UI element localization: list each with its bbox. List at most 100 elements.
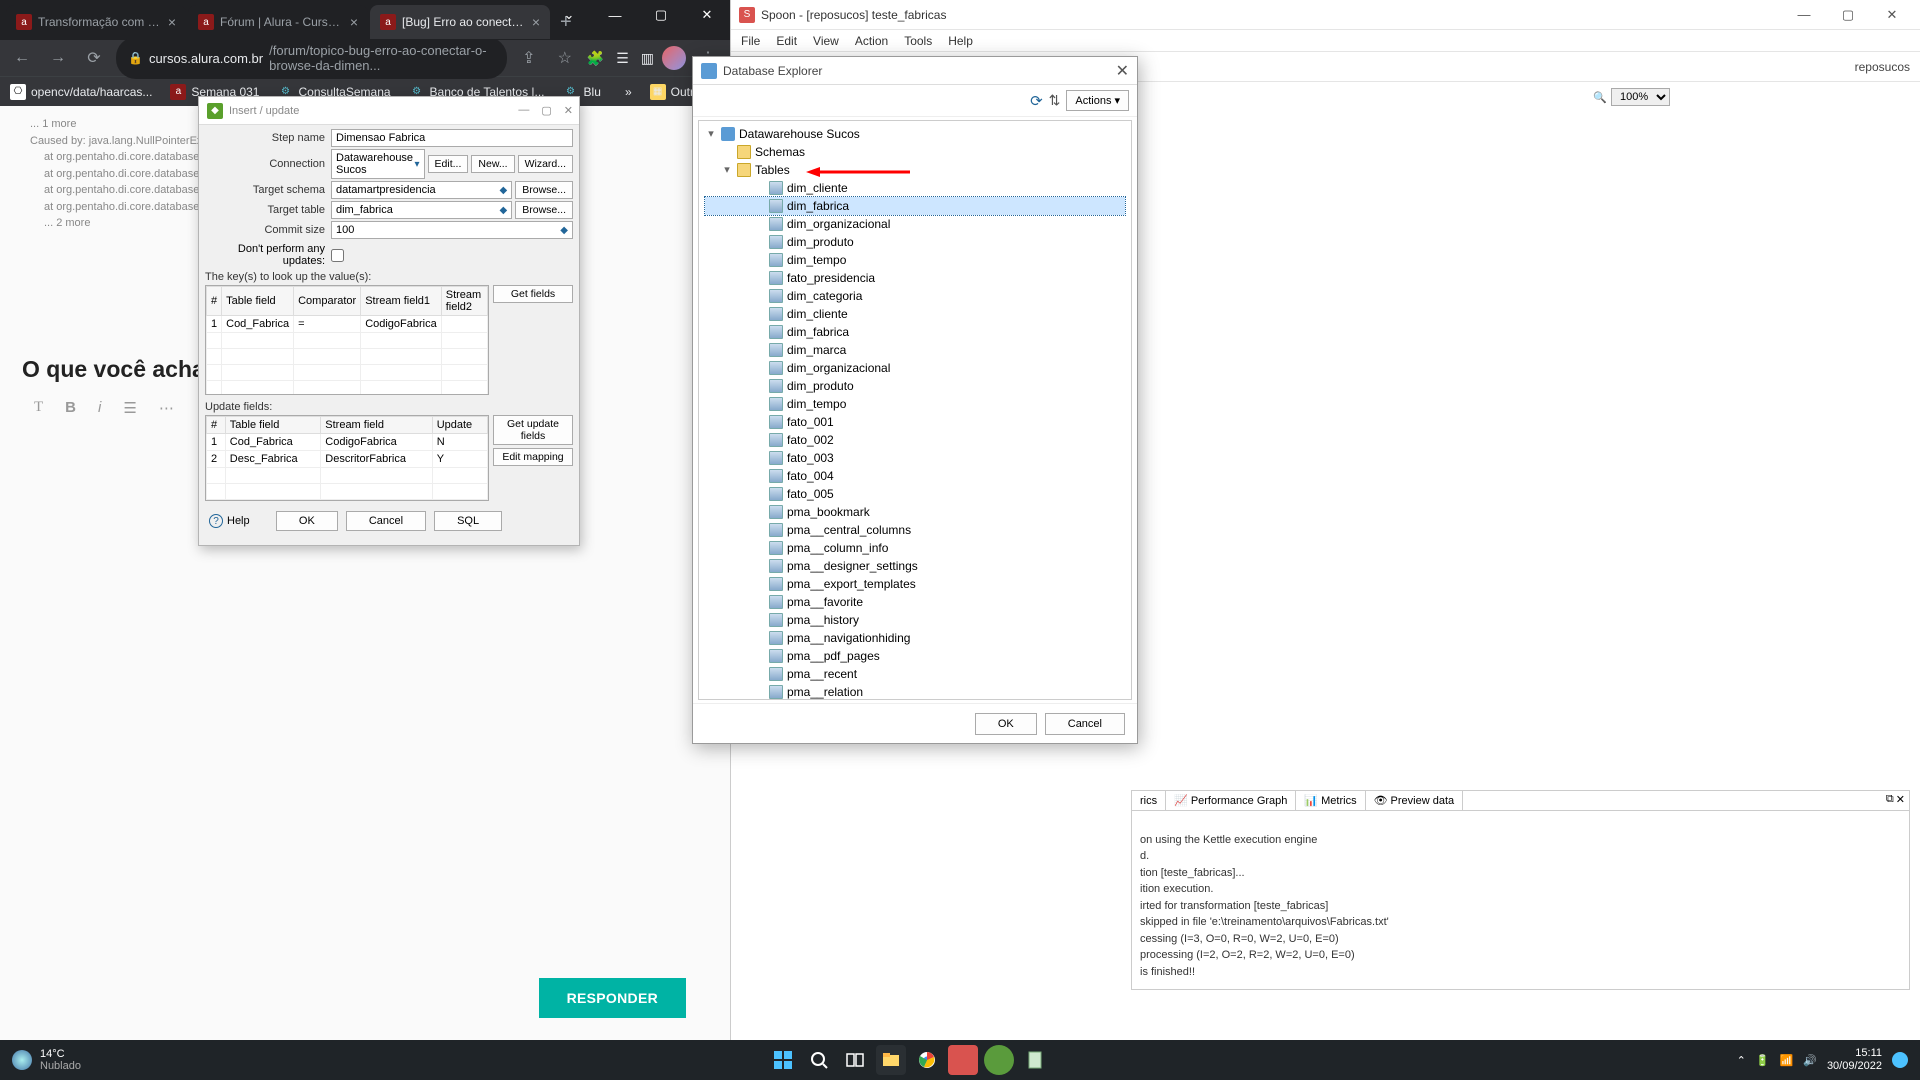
tree-table-item[interactable]: dim_organizacional [705, 215, 1125, 233]
tree-table-item[interactable]: pma__relation [705, 683, 1125, 700]
popout-icon[interactable]: ⧉ [1886, 793, 1894, 808]
tree-table-item[interactable]: pma_bookmark [705, 503, 1125, 521]
close-icon[interactable]: ✕ [1116, 61, 1129, 81]
tree-table-item[interactable]: dim_cliente [705, 305, 1125, 323]
cancel-button[interactable]: Cancel [346, 511, 426, 531]
connection-select[interactable]: Datawarehouse Sucos▾ [331, 149, 425, 179]
tree-table-item[interactable]: pma__pdf_pages [705, 647, 1125, 665]
maximize-icon[interactable]: ▢ [638, 0, 684, 30]
back-icon[interactable]: ← [8, 49, 36, 67]
table-row[interactable]: 2 Desc_Fabrica DescritorFabrica Y [207, 451, 488, 468]
tree-table-item[interactable]: fato_001 [705, 413, 1125, 431]
tree-table-item[interactable]: fato_004 [705, 467, 1125, 485]
list-icon[interactable]: ☰ [616, 50, 629, 67]
tree-table-item[interactable]: dim_produto [705, 377, 1125, 395]
minimize-icon[interactable]: — [518, 104, 529, 117]
minimize-icon[interactable]: — [592, 0, 638, 30]
puzzle-icon[interactable]: 🧩 [587, 50, 604, 67]
notifications-icon[interactable] [1892, 1052, 1908, 1068]
explorer-icon[interactable] [876, 1045, 906, 1075]
table-row[interactable]: 1 Cod_Fabrica CodigoFabrica N [207, 434, 488, 451]
star-icon[interactable]: ☆ [551, 48, 579, 68]
menu-tools[interactable]: Tools [904, 34, 932, 48]
chevron-down-icon[interactable]: ▾ [415, 159, 420, 170]
browse-schema-button[interactable]: Browse... [515, 181, 573, 199]
bold-icon[interactable]: B [65, 399, 76, 417]
browse-table-button[interactable]: Browse... [515, 201, 573, 219]
tree-table-item[interactable]: fato_presidencia [705, 269, 1125, 287]
forward-icon[interactable]: → [44, 49, 72, 67]
edit-mapping-button[interactable]: Edit mapping [493, 448, 573, 466]
respond-button[interactable]: RESPONDER [539, 978, 686, 1018]
tree-table-item[interactable]: fato_005 [705, 485, 1125, 503]
maximize-icon[interactable]: ▢ [1826, 1, 1870, 29]
tray-overflow-icon[interactable]: ⌃ [1737, 1054, 1746, 1067]
new-connection-button[interactable]: New... [471, 155, 514, 173]
share-icon[interactable]: ⇪ [515, 48, 543, 68]
tree-table-item[interactable]: pma__designer_settings [705, 557, 1125, 575]
start-button[interactable] [768, 1045, 798, 1075]
get-fields-button[interactable]: Get fields [493, 285, 573, 303]
menu-action[interactable]: Action [855, 34, 888, 48]
heidisql-taskbar-icon[interactable] [984, 1045, 1014, 1075]
sql-button[interactable]: SQL [434, 511, 502, 531]
refresh-icon[interactable]: ⟳ [1030, 92, 1043, 110]
close-icon[interactable]: × [168, 14, 176, 30]
actions-button[interactable]: Actions▾ [1066, 90, 1129, 111]
tree-table-item[interactable]: dim_organizacional [705, 359, 1125, 377]
log-tab-preview[interactable]: 👁 Preview data [1366, 791, 1464, 810]
target-schema-input[interactable]: datamartpresidencia◆ [331, 181, 512, 199]
url-input[interactable]: 🔒 cursos.alura.com.br/forum/topico-bug-e… [116, 37, 507, 79]
menu-file[interactable]: File [741, 34, 760, 48]
tree-schemas[interactable]: Schemas [705, 143, 1125, 161]
chrome-taskbar-icon[interactable] [912, 1045, 942, 1075]
ok-button[interactable]: OK [975, 713, 1037, 735]
ok-button[interactable]: OK [276, 511, 338, 531]
task-view-icon[interactable] [840, 1045, 870, 1075]
tree-table-item[interactable]: pma__favorite [705, 593, 1125, 611]
reload-icon[interactable]: ⟳ [80, 48, 108, 68]
no-updates-checkbox[interactable] [331, 249, 344, 262]
panel-icon[interactable]: ▥ [641, 50, 654, 67]
battery-icon[interactable]: 🔋 [1756, 1054, 1770, 1067]
close-icon[interactable]: × [350, 14, 358, 30]
tree-table-item[interactable]: dim_cliente [705, 179, 1125, 197]
menu-help[interactable]: Help [948, 34, 973, 48]
perspective-label[interactable]: reposucos [1855, 60, 1910, 74]
log-tab-metrics[interactable]: 📊 Metrics [1296, 791, 1365, 810]
chevron-down-icon[interactable]: ⌄ [546, 0, 592, 30]
log-tab-perf[interactable]: 📈 Performance Graph [1166, 791, 1296, 810]
commit-size-input[interactable]: 100◆ [331, 221, 573, 239]
tree-table-item[interactable]: dim_fabrica [705, 323, 1125, 341]
close-icon[interactable]: ✕ [684, 0, 730, 30]
list-icon[interactable]: ☰ [123, 399, 136, 417]
bookmark-item[interactable]: ⎔opencv/data/haarcas... [10, 84, 152, 100]
tree-table-item[interactable]: dim_produto [705, 233, 1125, 251]
minimize-icon[interactable]: — [1782, 1, 1826, 29]
diamond-icon[interactable]: ◆ [500, 205, 508, 216]
tree-table-item[interactable]: fato_003 [705, 449, 1125, 467]
close-icon[interactable]: ✕ [1870, 1, 1914, 29]
tree-table-item[interactable]: dim_tempo [705, 395, 1125, 413]
volume-icon[interactable]: 🔊 [1803, 1054, 1817, 1067]
expand-collapse-icon[interactable]: ⇅ [1049, 92, 1061, 109]
log-body[interactable]: on using the Kettle execution engine d. … [1132, 811, 1909, 987]
tree-table-item[interactable]: pma__history [705, 611, 1125, 629]
chrome-tab-0[interactable]: a Transformação com ETL: Pe × [6, 5, 186, 39]
zoom-select[interactable]: 100% [1611, 88, 1670, 106]
chrome-tab-2-active[interactable]: a [Bug] Erro ao conectar o Br × [370, 5, 550, 39]
profile-avatar[interactable] [662, 46, 686, 70]
tree-table-item[interactable]: dim_fabrica [705, 197, 1125, 215]
tree-root[interactable]: ▾Datawarehouse Sucos [705, 125, 1125, 143]
tree-tables-folder[interactable]: ▾Tables [705, 161, 1125, 179]
target-table-input[interactable]: dim_fabrica◆ [331, 201, 512, 219]
tree-table-item[interactable]: pma__navigationhiding [705, 629, 1125, 647]
log-tab-other[interactable]: rics [1132, 791, 1166, 810]
explorer-tree[interactable]: ▾Datawarehouse Sucos Schemas ▾Tables dim… [698, 120, 1132, 700]
spoon-taskbar-icon[interactable] [948, 1045, 978, 1075]
maximize-icon[interactable]: ▢ [541, 104, 551, 117]
wizard-connection-button[interactable]: Wizard... [518, 155, 573, 173]
keys-table[interactable]: # Table field Comparator Stream field1 S… [205, 285, 489, 395]
step-name-input[interactable] [331, 129, 573, 147]
update-fields-table[interactable]: # Table field Stream field Update 1 Cod_… [205, 415, 489, 501]
